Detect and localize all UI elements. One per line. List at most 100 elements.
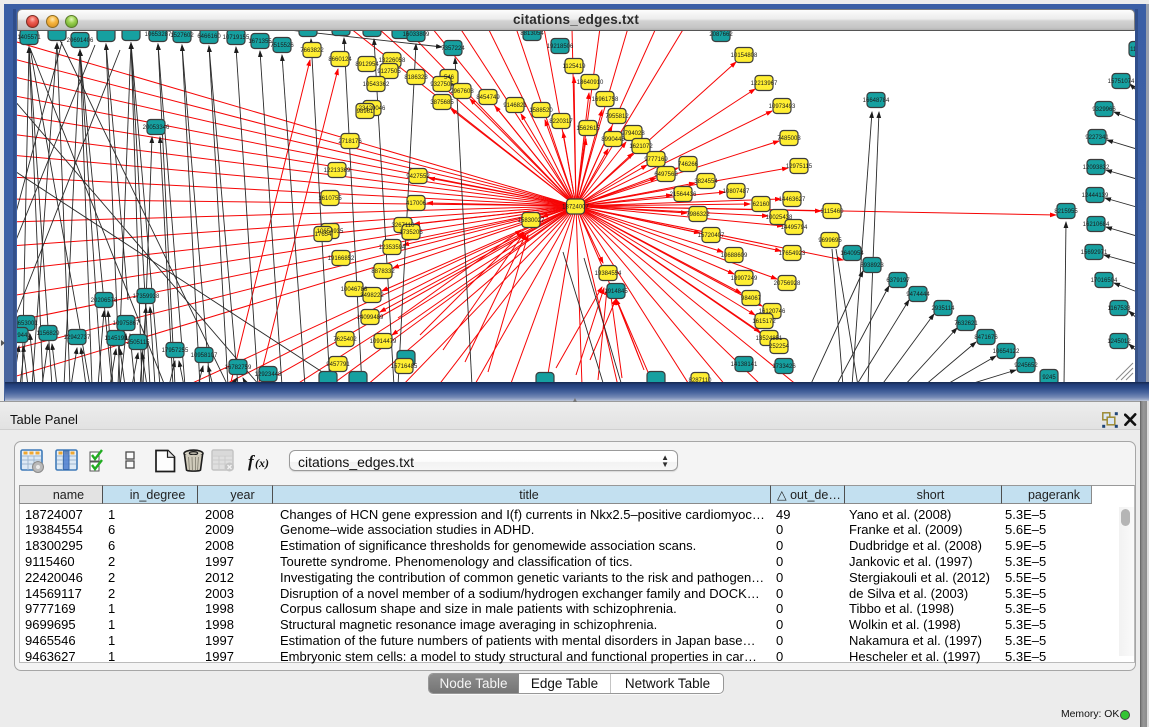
svg-text:17654: 17654 [315, 232, 332, 238]
svg-text:17359938: 17359938 [133, 294, 160, 300]
svg-text:6497568: 6497568 [654, 172, 678, 178]
svg-text:9146821: 9146821 [503, 103, 527, 109]
svg-text:1167533: 1167533 [1108, 306, 1132, 312]
svg-text:14099489: 14099489 [357, 315, 384, 321]
svg-text:6466160: 6466160 [197, 34, 221, 40]
svg-text:10807487: 10807487 [723, 189, 750, 195]
svg-text:10654122: 10654122 [993, 349, 1020, 355]
svg-text:19166852: 19166852 [328, 256, 355, 262]
svg-text:15720407: 15720407 [698, 233, 725, 239]
svg-text:1245012: 1245012 [1107, 339, 1131, 345]
svg-text:8454749: 8454749 [476, 95, 500, 101]
svg-text:1733426: 1733426 [772, 364, 796, 370]
svg-text:9777169: 9777169 [644, 157, 668, 163]
svg-text:9474444: 9474444 [906, 292, 930, 298]
svg-text:10688609: 10688609 [721, 253, 748, 259]
svg-text:3824554: 3824554 [694, 179, 718, 185]
svg-text:984067: 984067 [741, 296, 762, 302]
svg-text:15751074: 15751074 [1108, 79, 1135, 85]
svg-text:417006: 417006 [406, 201, 427, 207]
svg-text:1671355: 1671355 [248, 39, 272, 45]
svg-text:10154808: 10154808 [731, 53, 758, 59]
svg-text:7986322: 7986322 [686, 212, 710, 218]
svg-text:8938923: 8938923 [860, 263, 884, 269]
svg-text:8878332: 8878332 [371, 269, 395, 275]
svg-text:21564436: 21564436 [670, 192, 697, 198]
svg-text:18640910: 18640910 [577, 80, 604, 86]
svg-text:7485003: 7485003 [777, 136, 801, 142]
svg-text:13524851: 13524851 [756, 336, 783, 342]
svg-text:20691406: 20691406 [67, 38, 94, 44]
svg-text:1735205: 1735205 [399, 230, 423, 236]
svg-text:2967608: 2967608 [450, 89, 474, 95]
svg-text:16120746: 16120746 [759, 309, 786, 315]
svg-text:20053346: 20053346 [143, 125, 170, 131]
svg-text:15692971: 15692971 [1081, 250, 1108, 256]
svg-text:10914479: 10914479 [370, 339, 397, 345]
svg-text:9794028: 9794028 [621, 131, 645, 137]
svg-text:10975867: 10975867 [113, 321, 140, 327]
svg-text:1914845: 1914845 [604, 289, 628, 295]
svg-text:1588520: 1588520 [529, 108, 553, 114]
svg-text:746266: 746266 [678, 162, 699, 168]
svg-text:12444139: 12444139 [1082, 193, 1109, 199]
svg-text:1562615: 1562615 [576, 126, 600, 132]
svg-text:16961758: 16961758 [592, 97, 619, 103]
svg-text:1145193: 1145193 [105, 336, 129, 342]
svg-text:10025438: 10025438 [766, 215, 793, 221]
svg-text:16782759: 16782759 [225, 365, 252, 371]
svg-text:1621072: 1621072 [629, 144, 653, 150]
svg-text:20206576: 20206576 [91, 298, 118, 304]
svg-text:17957255: 17957255 [162, 348, 189, 354]
svg-text:9427552: 9427552 [406, 174, 430, 180]
svg-text:7625402: 7625402 [333, 337, 357, 343]
svg-text:1640954: 1640954 [840, 251, 864, 257]
svg-text:8215955: 8215955 [1054, 209, 1078, 215]
svg-text:546: 546 [444, 75, 455, 81]
svg-text:7663822: 7663822 [300, 48, 324, 54]
svg-text:1610755: 1610755 [318, 196, 342, 202]
svg-text:8912954: 8912954 [355, 62, 379, 68]
svg-text:8186328: 8186328 [404, 75, 428, 81]
svg-text:3267110: 3267110 [392, 223, 416, 229]
svg-text:7632621: 7632621 [954, 321, 978, 327]
svg-text:19218506: 19218506 [547, 44, 574, 50]
svg-text:7357224: 7357224 [441, 46, 465, 52]
svg-text:1156829: 1156829 [37, 331, 61, 337]
svg-text:14138141: 14138141 [731, 362, 758, 368]
svg-text:62160: 62160 [753, 202, 770, 208]
svg-text:10653287: 10653287 [145, 32, 172, 38]
svg-text:8990448: 8990448 [601, 137, 625, 143]
svg-text:2087662: 2087662 [709, 32, 733, 38]
svg-text:10543362: 10543362 [363, 82, 390, 88]
svg-text:9327505: 9327505 [430, 82, 454, 88]
svg-text:2505115: 2505115 [127, 340, 151, 346]
svg-text:12942737: 12942737 [64, 335, 91, 341]
svg-text:8653001: 8653001 [17, 321, 38, 327]
svg-text:9245652: 9245652 [1014, 363, 1038, 369]
svg-text:8813054: 8813054 [520, 31, 544, 37]
svg-text:10719155: 10719155 [223, 35, 250, 41]
svg-text:14495794: 14495794 [781, 225, 808, 231]
svg-text:6379197: 6379197 [886, 278, 910, 284]
svg-text:9699695: 9699695 [818, 238, 842, 244]
svg-text:98961: 98961 [357, 109, 374, 115]
svg-text:2935114: 2935114 [932, 306, 956, 312]
svg-text:10973493: 10973493 [769, 104, 796, 110]
svg-text:3875685: 3875685 [430, 100, 454, 106]
svg-text:13226058: 13226058 [379, 58, 406, 64]
svg-text:1405571: 1405571 [17, 35, 41, 41]
svg-text:9245: 9245 [1042, 375, 1056, 381]
svg-text:9127505: 9127505 [377, 69, 401, 75]
svg-text:8220317: 8220317 [549, 119, 573, 125]
svg-text:14463627: 14463627 [779, 197, 806, 203]
svg-text:16033809: 16033809 [403, 32, 430, 38]
svg-text:1615172: 1615172 [752, 319, 776, 325]
svg-text:16210684: 16210684 [1083, 222, 1110, 228]
svg-text:12975115: 12975115 [786, 164, 813, 170]
svg-text:9115460: 9115460 [821, 209, 845, 215]
svg-text:16648784: 16648784 [863, 98, 890, 104]
svg-text:2718176: 2718176 [338, 139, 362, 145]
svg-text:12213369: 12213369 [324, 168, 351, 174]
svg-text:10958107: 10958107 [191, 353, 218, 359]
